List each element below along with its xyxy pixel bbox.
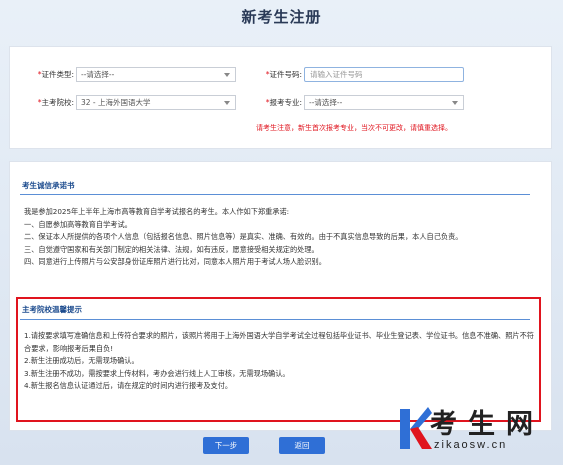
major-notice: 请考生注意，新生首次报考专业，当次不可更改，请慎重选择。 [256, 124, 452, 132]
cert-type-field: *证件类型: --请选择-- [18, 67, 236, 82]
school-notice-title: 主考院校温馨提示 [22, 305, 82, 314]
chevron-down-icon [224, 101, 230, 105]
cert-type-value: --请选择-- [81, 70, 115, 79]
notice-paragraph: 4.新生报名信息认证通过后，请在规定的时间内进行报考及支付。 [24, 381, 233, 390]
divider [20, 319, 530, 320]
registration-form: *证件类型: --请选择-- *证件号码: 请输入证件号码 *主考院校: 32 … [9, 46, 552, 149]
chevron-down-icon [224, 73, 230, 77]
commitment-paragraph: 四、同意进行上传照片与公安部身份证库照片进行比对，同意本人照片用于考试人场人脸识… [24, 257, 326, 266]
major-label: *报考专业: [265, 98, 302, 107]
school-field: *主考院校: 32 - 上海外国语大学 [18, 95, 236, 110]
cert-number-placeholder: 请输入证件号码 [310, 70, 363, 79]
cert-type-label: *证件类型: [37, 70, 74, 79]
page-title: 新考生注册 [241, 8, 322, 26]
school-label: *主考院校: [37, 98, 74, 107]
major-field: *报考专业: --请选择-- [252, 95, 464, 110]
school-select[interactable]: 32 - 上海外国语大学 [76, 95, 236, 110]
back-button[interactable]: 返回 [279, 437, 325, 454]
commitment-panel: 考生诚信承诺书 我是参加2025年上半年上海市高等教育自学考试报名的考生。本人作… [9, 161, 552, 431]
cert-type-select[interactable]: --请选择-- [76, 67, 236, 82]
commitment-text: 我是参加2025年上半年上海市高等教育自学考试报名的考生。本人作如下郑重承诺: … [24, 206, 539, 269]
commitment-paragraph: 三、自觉遵守国家和有关部门制定的相关法律、法规，如有违反，愿意接受相关规定的处理… [24, 244, 319, 254]
watermark-text: 考生网 [430, 409, 544, 440]
commitment-paragraph: 二、保证本人所提供的各项个人信息（包括报名信息、照片信息等）是真实、准确、有效的… [24, 232, 463, 241]
commitment-paragraph: 一、自愿参加高等教育自学考试。 [24, 219, 132, 229]
k-logo-icon [400, 407, 432, 449]
major-select[interactable]: --请选择-- [304, 95, 464, 110]
notice-paragraph: 3.新生注册不成功，需按要求上传材料，考办会进行线上人工审核，无需现场确认。 [24, 368, 290, 378]
notice-paragraph: 1.请按要求填写准确信息和上传符合要求的照片，该照片将用于上海外国语大学自学考试… [24, 331, 534, 353]
cert-number-input[interactable]: 请输入证件号码 [304, 67, 464, 82]
notice-paragraph: 2.新生注册成功后，无需现场确认。 [24, 356, 139, 365]
school-notice-text: 1.请按要求填写准确信息和上传符合要求的照片，该照片将用于上海外国语大学自学考试… [24, 330, 539, 393]
commitment-title: 考生诚信承诺书 [22, 181, 75, 190]
chevron-down-icon [452, 101, 458, 105]
watermark-url: zikaosw.cn [434, 439, 508, 451]
watermark-logo: 考生网 zikaosw.cn [398, 403, 558, 458]
next-button[interactable]: 下一步 [203, 437, 249, 454]
cert-number-label: *证件号码: [265, 70, 302, 79]
divider [20, 194, 530, 195]
major-value: --请选择-- [309, 98, 343, 107]
school-value: 32 - 上海外国语大学 [81, 98, 151, 107]
commitment-paragraph: 我是参加2025年上半年上海市高等教育自学考试报名的考生。本人作如下郑重承诺: [24, 207, 290, 216]
cert-number-field: *证件号码: 请输入证件号码 [252, 67, 464, 82]
